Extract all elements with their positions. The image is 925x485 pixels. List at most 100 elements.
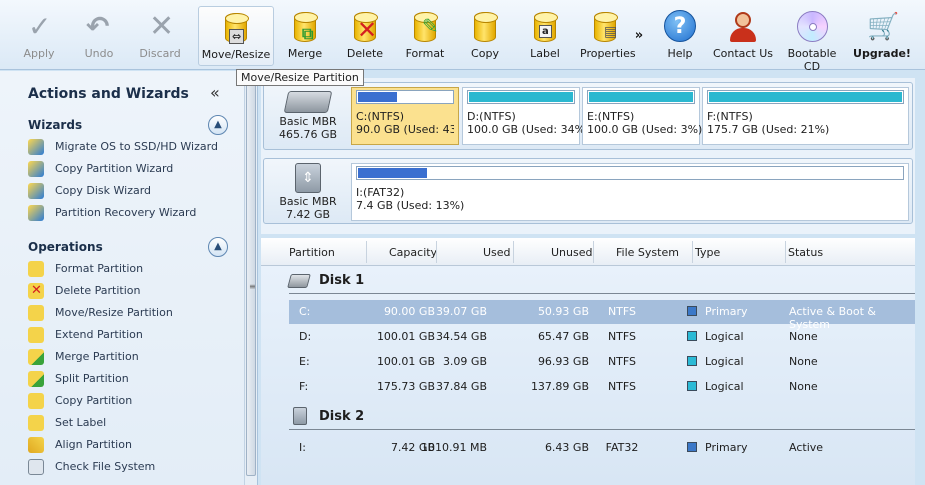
split-icon xyxy=(28,371,44,387)
partition-c[interactable]: C:(NTFS) 90.0 GB (Used: 43% xyxy=(351,87,459,145)
contact-us-button[interactable]: Contact Us xyxy=(712,6,774,66)
properties-icon: ▤ xyxy=(588,10,622,44)
cd-icon xyxy=(795,10,829,44)
op-copy-partition[interactable]: Copy Partition xyxy=(28,393,132,411)
move-resize-icon xyxy=(28,305,44,321)
properties-button[interactable]: ▤ Properties xyxy=(580,6,636,66)
help-icon: ? xyxy=(663,10,697,44)
table-row[interactable]: E: 100.01 GB 3.09 GB 96.93 GB NTFS Logical Non… xyxy=(289,350,915,374)
wizard-partition-recovery[interactable]: Partition Recovery Wizard xyxy=(28,205,196,223)
partition-i[interactable]: I:(FAT32) 7.4 GB (Used: 13%) xyxy=(351,163,909,221)
discard-button[interactable]: ✕ Discard xyxy=(134,6,186,66)
primary-type-icon xyxy=(687,306,697,316)
table-row[interactable]: F: 175.73 GB 37.84 GB 137.89 GB NTFS Logical N… xyxy=(289,375,915,399)
op-delete-partition[interactable]: ✕ Delete Partition xyxy=(28,283,140,301)
hard-disk-icon xyxy=(283,91,333,113)
align-icon xyxy=(28,437,44,453)
disk-map: Basic MBR 465.76 GB C:(NTFS) 90.0 GB (Us… xyxy=(261,78,915,234)
format-icon: ✎ xyxy=(408,10,442,44)
operations-heading: Operations xyxy=(28,240,103,254)
wizard-icon xyxy=(28,161,44,177)
op-merge-partition[interactable]: Merge Partition xyxy=(28,349,139,367)
wizard-copy-partition[interactable]: Copy Partition Wizard xyxy=(28,161,173,179)
panel-scrollbar[interactable]: ≡ xyxy=(244,71,257,485)
label-button[interactable]: a Label xyxy=(520,6,570,66)
op-align-partition[interactable]: Align Partition xyxy=(28,437,132,455)
cart-icon: 🛒 xyxy=(867,12,900,42)
collapse-wizards-button[interactable]: ▲ xyxy=(208,115,228,135)
wizard-icon xyxy=(28,183,44,199)
copy-button[interactable]: Copy xyxy=(460,6,510,66)
wizard-copy-disk[interactable]: Copy Disk Wizard xyxy=(28,183,151,201)
op-set-label[interactable]: Set Label xyxy=(28,415,106,433)
primary-type-icon xyxy=(687,442,697,452)
help-button[interactable]: ? Help xyxy=(655,6,705,66)
col-partition[interactable]: Partition xyxy=(289,246,335,259)
contact-icon xyxy=(726,10,760,44)
apply-button[interactable]: ✓ Apply xyxy=(14,6,64,66)
col-status[interactable]: Status xyxy=(788,246,823,259)
label-icon xyxy=(28,415,44,431)
wizards-heading: Wizards xyxy=(28,118,83,132)
actions-wizards-panel: Actions and Wizards « Wizards ▲ Migrate … xyxy=(0,71,258,485)
disk2-group[interactable]: Disk 2 xyxy=(261,404,915,430)
label-icon: a xyxy=(528,10,562,44)
table-body: Disk 1 C: 90.00 GB 39.07 GB 50.93 GB NTFS Pri… xyxy=(261,266,915,485)
more-toolbar-button[interactable]: » xyxy=(632,6,646,66)
col-unused[interactable]: Unused xyxy=(551,246,592,259)
disk1-info: Basic MBR 465.76 GB xyxy=(264,83,352,141)
op-extend-partition[interactable]: Extend Partition xyxy=(28,327,143,345)
toolbar: ✓ Apply ↶ Undo ✕ Discard ⇔ Move/Resize ⧉… xyxy=(0,0,925,73)
op-split-partition[interactable]: Split Partition xyxy=(28,371,129,389)
copy-icon xyxy=(468,10,502,44)
table-row[interactable]: C: 90.00 GB 39.07 GB 50.93 GB NTFS Primary Act… xyxy=(289,300,915,331)
op-format-partition[interactable]: Format Partition xyxy=(28,261,143,279)
usage-bar xyxy=(707,90,904,104)
check-icon xyxy=(28,459,44,475)
undo-icon: ↶ xyxy=(86,10,110,43)
panel-title: Actions and Wizards xyxy=(28,86,189,102)
disk1-group[interactable]: Disk 1 xyxy=(261,268,915,294)
wizard-icon xyxy=(28,205,44,221)
format-button[interactable]: ✎ Format xyxy=(400,6,450,66)
partition-d[interactable]: D:(NTFS) 100.0 GB (Used: 34%) xyxy=(462,87,589,145)
bootable-cd-button[interactable]: Bootable CD xyxy=(780,6,844,73)
merge-button[interactable]: ⧉ Merge xyxy=(280,6,330,66)
op-check-file-system[interactable]: Check File System xyxy=(28,459,155,477)
usb-drive-icon xyxy=(293,407,307,425)
merge-icon xyxy=(28,349,44,365)
disk2-info: ⇕ Basic MBR 7.42 GB xyxy=(264,159,352,221)
col-used[interactable]: Used xyxy=(483,246,511,259)
check-icon: ✓ xyxy=(28,10,52,43)
format-icon xyxy=(28,261,44,277)
col-file-system[interactable]: File System xyxy=(616,246,679,259)
merge-icon: ⧉ xyxy=(288,10,322,44)
table-row[interactable]: I: 7.42 GB 1010.91 MB 6.43 GB FAT32 Primary Ac… xyxy=(289,436,915,460)
delete-button[interactable]: ✕ Delete xyxy=(340,6,390,66)
logical-type-icon xyxy=(687,381,697,391)
upgrade-button[interactable]: 🛒 Upgrade! xyxy=(852,6,912,66)
partition-f[interactable]: F:(NTFS) 175.7 GB (Used: 21%) xyxy=(702,87,909,145)
op-move-resize-partition[interactable]: Move/Resize Partition xyxy=(28,305,173,323)
table-row[interactable]: D: 100.01 GB 34.54 GB 65.47 GB NTFS Logical No… xyxy=(289,325,915,349)
col-type[interactable]: Type xyxy=(695,246,720,259)
partition-table: Partition Capacity Used Unused File Syst… xyxy=(261,238,915,485)
copy-icon xyxy=(28,393,44,409)
partition-e[interactable]: E:(NTFS) 100.0 GB (Used: 3%) xyxy=(582,87,702,145)
disk1-map[interactable]: Basic MBR 465.76 GB C:(NTFS) 90.0 GB (Us… xyxy=(263,82,913,150)
table-header: Partition Capacity Used Unused File Syst… xyxy=(261,238,915,266)
logical-type-icon xyxy=(687,356,697,366)
hard-disk-icon xyxy=(287,274,311,288)
scrollbar-thumb[interactable]: ≡ xyxy=(246,81,256,476)
disk2-map[interactable]: ⇕ Basic MBR 7.42 GB I:(FAT32) 7.4 GB (Us… xyxy=(263,158,913,224)
collapse-operations-button[interactable]: ▲ xyxy=(208,237,228,257)
usb-drive-icon: ⇕ xyxy=(295,163,321,193)
move-resize-button[interactable]: ⇔ Move/Resize xyxy=(198,6,274,66)
usage-bar xyxy=(587,90,695,104)
extend-icon xyxy=(28,327,44,343)
undo-button[interactable]: ↶ Undo xyxy=(74,6,124,66)
discard-icon: ✕ xyxy=(149,9,175,44)
collapse-panel-button[interactable]: « xyxy=(210,83,220,102)
wizard-migrate-os[interactable]: Migrate OS to SSD/HD Wizard xyxy=(28,139,218,157)
col-capacity[interactable]: Capacity xyxy=(389,246,437,259)
